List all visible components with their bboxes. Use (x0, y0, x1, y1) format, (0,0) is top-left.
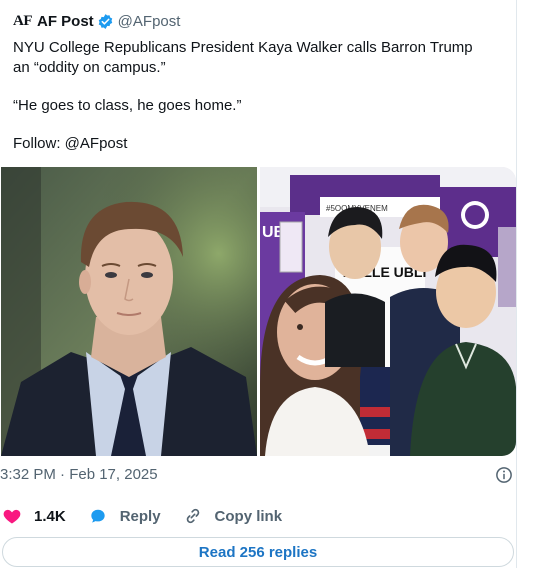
tweet-quote: “He goes to class, he goes home.” (13, 97, 242, 114)
heart-icon (3, 509, 21, 524)
tweet-text-line: NYU College Republicans President Kaya W… (13, 39, 473, 76)
reply-bubble-icon (91, 509, 105, 523)
author-logo[interactable]: AF (13, 13, 35, 30)
like-count: 1.4K (34, 507, 66, 525)
tweet-media: #5OOMYVENEM UB YU LLE UBLI (1, 167, 516, 456)
read-replies-button[interactable]: Read 256 replies (2, 537, 514, 567)
reply-button[interactable]: Reply (88, 506, 161, 526)
reply-label: Reply (119, 507, 161, 525)
author-name[interactable]: AF Post (37, 13, 94, 30)
timestamp[interactable]: 3:32 PM · Feb 17, 2025 (0, 466, 158, 483)
media-image-portrait[interactable] (1, 167, 257, 456)
tweet-card: AF AF Post @AFpost NYU College Republica… (0, 0, 517, 568)
author-handle[interactable]: @AFpost (118, 13, 181, 30)
copy-link-button[interactable]: Copy link (183, 506, 283, 526)
link-icon (186, 508, 199, 524)
copy-link-label: Copy link (214, 507, 283, 525)
tweet-text: NYU College Republicans President Kaya W… (13, 38, 493, 154)
tweet-actions: 1.4K Reply Copy link (0, 505, 304, 527)
tweet-follow: Follow: @AFpost (13, 135, 128, 152)
tweet-header: AF AF Post @AFpost (13, 10, 180, 32)
media-image-group[interactable]: #5OOMYVENEM UB YU LLE UBLI (260, 167, 516, 456)
verified-badge-icon (98, 13, 112, 29)
info-icon[interactable] (495, 466, 513, 484)
like-button[interactable]: 1.4K (2, 506, 66, 526)
